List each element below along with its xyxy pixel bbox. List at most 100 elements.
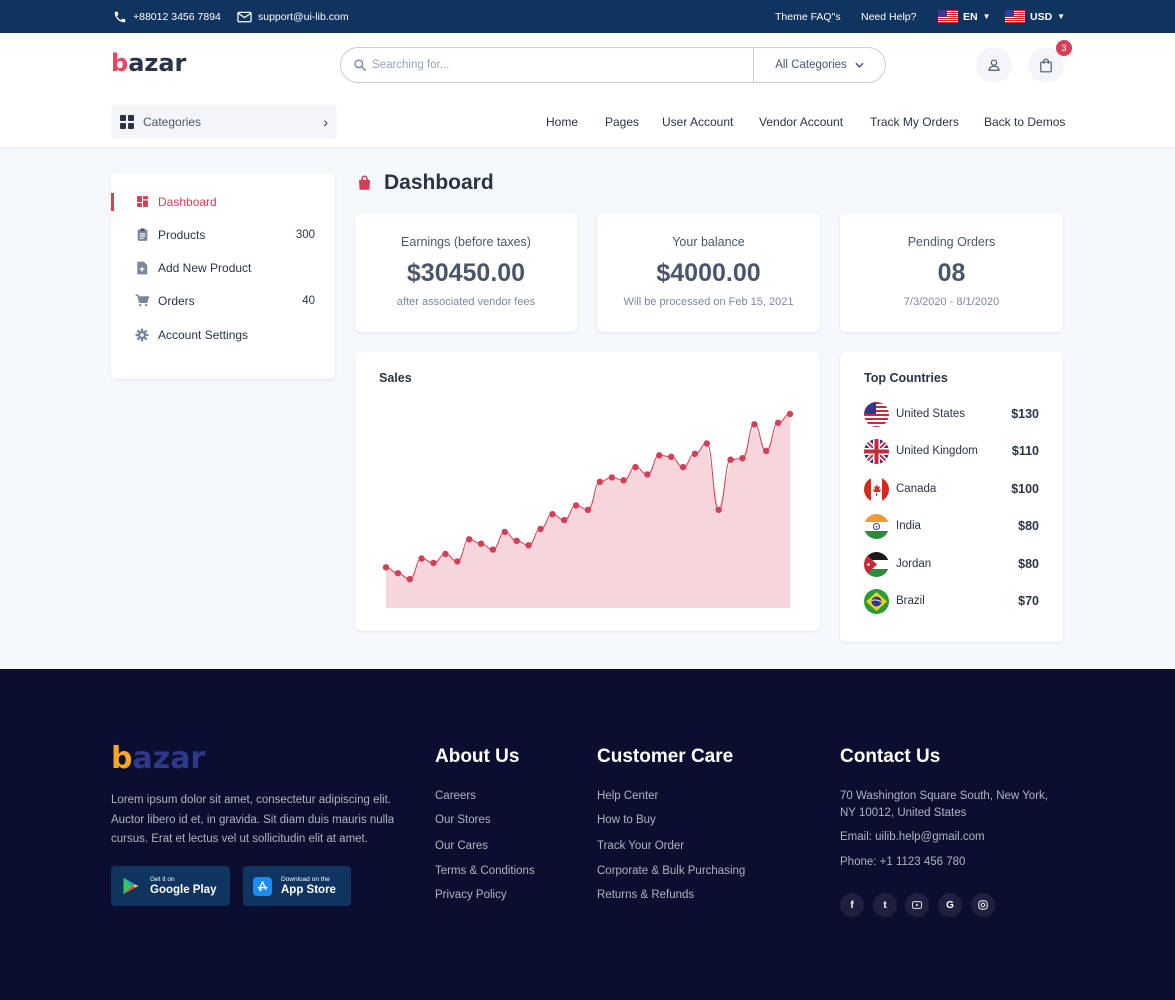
google-play-button[interactable]: Get it on Google Play bbox=[111, 866, 230, 906]
twitter-icon[interactable]: t bbox=[873, 893, 897, 917]
footer-link-privacy[interactable]: Privacy Policy bbox=[435, 889, 507, 901]
topbar-email[interactable]: support@ui-lib.com bbox=[237, 0, 349, 33]
sales-point[interactable] bbox=[513, 537, 520, 544]
account-button[interactable] bbox=[976, 47, 1012, 83]
category-select[interactable]: All Categories bbox=[753, 48, 885, 82]
need-help-link[interactable]: Need Help? bbox=[861, 0, 916, 33]
country-row: Brazil $70 bbox=[864, 588, 1039, 614]
topbar-phone[interactable]: +88012 3456 7894 bbox=[113, 0, 221, 33]
sidebar-item-orders[interactable]: Orders 40 bbox=[111, 284, 335, 317]
about-us-heading: About Us bbox=[435, 746, 520, 767]
sales-point[interactable] bbox=[537, 525, 544, 533]
nav-back-to-demos[interactable]: Back to Demos bbox=[984, 115, 1065, 129]
footer-link-track-order[interactable]: Track Your Order bbox=[597, 840, 684, 852]
country-row: Canada $100 bbox=[864, 476, 1039, 502]
search-icon bbox=[354, 59, 366, 71]
footer-link-how-to-buy[interactable]: How to Buy bbox=[597, 814, 656, 826]
sales-point[interactable] bbox=[763, 447, 770, 455]
stat-title: Your balance bbox=[672, 235, 745, 249]
nav-vendor-account[interactable]: Vendor Account bbox=[759, 115, 843, 129]
nav-home[interactable]: Home bbox=[546, 115, 578, 129]
sales-point[interactable] bbox=[596, 478, 604, 485]
shopping-bag-icon bbox=[358, 175, 371, 190]
sales-point[interactable] bbox=[691, 450, 699, 457]
sales-point[interactable] bbox=[774, 419, 782, 426]
footer-link-our-cares[interactable]: Our Cares bbox=[435, 840, 488, 852]
vendor-sidebar: Dashboard Products 300 Add New Product O… bbox=[111, 173, 335, 379]
sales-point[interactable] bbox=[608, 474, 615, 481]
app-store-button[interactable]: Download on the App Store bbox=[243, 866, 351, 906]
theme-faq-link[interactable]: Theme FAQ"s bbox=[775, 0, 841, 33]
footer-link-our-stores[interactable]: Our Stores bbox=[435, 814, 491, 826]
country-amount: $100 bbox=[1011, 482, 1039, 496]
sidebar-item-dashboard[interactable]: Dashboard bbox=[111, 185, 335, 218]
sales-point[interactable] bbox=[442, 550, 449, 558]
sales-point[interactable] bbox=[668, 453, 675, 460]
sidebar-item-account-settings[interactable]: Account Settings bbox=[111, 318, 335, 351]
language-selector[interactable]: EN ▼ bbox=[938, 0, 991, 33]
sales-point[interactable] bbox=[477, 540, 485, 547]
nav-pages[interactable]: Pages bbox=[605, 115, 639, 129]
app-store-icon bbox=[253, 876, 272, 896]
chevron-down-icon bbox=[855, 62, 864, 68]
stat-subtitle: 7/3/2020 - 8/1/2020 bbox=[903, 296, 1000, 308]
app-store-big-text: App Store bbox=[281, 883, 336, 896]
sales-point[interactable] bbox=[656, 452, 663, 459]
footer-link-returns[interactable]: Returns & Refunds bbox=[597, 889, 694, 901]
nav-track-orders[interactable]: Track My Orders bbox=[870, 115, 959, 129]
sales-point[interactable] bbox=[525, 542, 532, 549]
footer-link-terms[interactable]: Terms & Conditions bbox=[435, 865, 535, 877]
sales-point[interactable] bbox=[466, 536, 473, 543]
sales-point[interactable] bbox=[644, 471, 651, 478]
sales-point[interactable] bbox=[501, 528, 508, 536]
stat-value: 08 bbox=[937, 259, 966, 287]
sidebar-item-add-product[interactable]: Add New Product bbox=[111, 251, 335, 284]
sales-point[interactable] bbox=[751, 421, 758, 428]
stat-subtitle: after associated vendor fees bbox=[396, 296, 536, 308]
sales-point[interactable] bbox=[418, 555, 425, 562]
footer-logo[interactable]: bazar bbox=[111, 741, 205, 776]
sidebar-item-label: Products bbox=[158, 227, 206, 242]
sales-point[interactable] bbox=[703, 440, 710, 447]
sidebar-item-products[interactable]: Products 300 bbox=[111, 218, 335, 251]
sales-point[interactable] bbox=[739, 455, 746, 462]
sales-chart bbox=[382, 410, 794, 608]
sales-point[interactable] bbox=[454, 558, 461, 565]
youtube-icon[interactable] bbox=[905, 893, 929, 917]
cart-button[interactable]: 3 bbox=[1028, 40, 1072, 83]
language-label: EN bbox=[963, 10, 978, 23]
stat-title: Pending Orders bbox=[907, 235, 996, 249]
sales-point[interactable] bbox=[727, 456, 734, 463]
nav-user-account[interactable]: User Account bbox=[662, 115, 733, 129]
topbar-email-text: support@ui-lib.com bbox=[258, 10, 349, 23]
contact-address-line1: 70 Washington Square South, New York, bbox=[840, 790, 1048, 802]
sales-point[interactable] bbox=[572, 502, 580, 509]
sales-point[interactable] bbox=[382, 564, 390, 571]
page-title: Dashboard bbox=[357, 171, 494, 195]
contact-phone: Phone: +1 1123 456 780 bbox=[840, 856, 966, 868]
sales-point[interactable] bbox=[489, 546, 497, 553]
sales-point[interactable] bbox=[394, 570, 402, 577]
sales-point[interactable] bbox=[715, 506, 722, 513]
facebook-icon[interactable]: f bbox=[840, 893, 864, 917]
sales-point[interactable] bbox=[786, 410, 794, 418]
instagram-icon[interactable] bbox=[971, 893, 995, 917]
sidebar-item-count: 300 bbox=[295, 228, 315, 241]
sales-point[interactable] bbox=[406, 575, 413, 583]
footer-logo-letter: b bbox=[111, 741, 133, 776]
sales-point[interactable] bbox=[620, 477, 627, 484]
sales-point[interactable] bbox=[430, 559, 437, 567]
footer-link-careers[interactable]: Careers bbox=[435, 790, 476, 802]
contact-us-heading: Contact Us bbox=[840, 746, 941, 767]
sales-point[interactable] bbox=[632, 463, 639, 471]
search-input[interactable] bbox=[372, 54, 742, 76]
logo[interactable]: bazar bbox=[111, 49, 186, 77]
sales-point[interactable] bbox=[549, 511, 556, 518]
currency-selector[interactable]: USD ▼ bbox=[1005, 0, 1065, 33]
google-icon[interactable]: G bbox=[938, 893, 962, 917]
footer-link-help-center[interactable]: Help Center bbox=[597, 790, 658, 802]
footer-link-corporate[interactable]: Corporate & Bulk Purchasing bbox=[597, 865, 745, 877]
sales-point[interactable] bbox=[679, 463, 687, 471]
sales-point[interactable] bbox=[561, 516, 568, 524]
sales-point[interactable] bbox=[584, 506, 592, 513]
